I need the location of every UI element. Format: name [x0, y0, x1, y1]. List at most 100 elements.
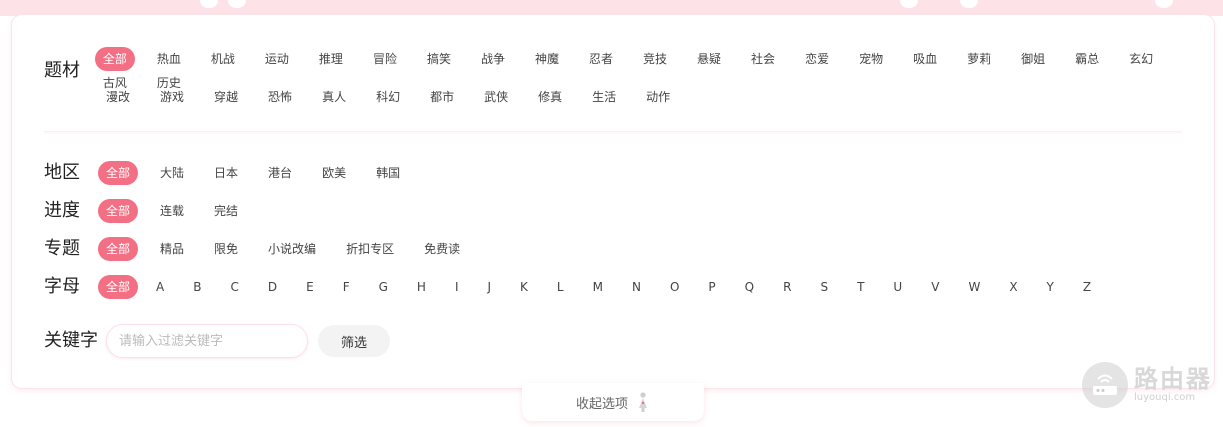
- filter-label-letter: 字母: [44, 276, 80, 297]
- filter-label-progress: 进度: [44, 200, 80, 221]
- letter-tag[interactable]: G: [375, 275, 392, 299]
- letter-tag[interactable]: H: [413, 275, 430, 299]
- region-tags: 全部 大陆 日本 港台 欧美 韩国: [98, 161, 422, 185]
- letter-tag[interactable]: W: [964, 275, 984, 299]
- letter-tag[interactable]: M: [589, 275, 607, 299]
- theme-tag[interactable]: 穿越: [206, 85, 246, 109]
- region-tag[interactable]: 欧美: [314, 161, 354, 185]
- region-tag[interactable]: 大陆: [152, 161, 192, 185]
- theme-tag[interactable]: 热血: [149, 47, 189, 71]
- theme-tag[interactable]: 萝莉: [959, 47, 999, 71]
- progress-tag[interactable]: 完结: [206, 199, 246, 223]
- collapse-options-button[interactable]: 收起选项: [522, 383, 704, 421]
- filter-row-topic: 专题 全部 精品 限免 小说改编 折扣专区 免费读: [44, 237, 482, 261]
- letter-tag[interactable]: U: [889, 275, 906, 299]
- strip-notch: [228, 0, 246, 8]
- letter-tag[interactable]: E: [302, 275, 318, 299]
- letter-tags: 全部 A B C D E F G H I J K L M N O P Q R S T U V W X Y Z: [98, 275, 1116, 299]
- filter-label-theme: 题材: [44, 60, 80, 81]
- letter-tag[interactable]: O: [666, 275, 683, 299]
- letter-tag[interactable]: S: [816, 275, 832, 299]
- topic-tags: 全部 精品 限免 小说改编 折扣专区 免费读: [98, 237, 482, 261]
- letter-tag[interactable]: X: [1005, 275, 1021, 299]
- region-tag[interactable]: 日本: [206, 161, 246, 185]
- region-tag[interactable]: 港台: [260, 161, 300, 185]
- letter-tag[interactable]: J: [484, 275, 496, 299]
- letter-tag[interactable]: K: [516, 275, 532, 299]
- theme-tag[interactable]: 冒险: [365, 47, 405, 71]
- theme-tag[interactable]: 全部: [94, 47, 135, 71]
- theme-tag[interactable]: 搞笑: [419, 47, 459, 71]
- letter-tag[interactable]: I: [451, 275, 463, 299]
- theme-tag[interactable]: 武侠: [476, 85, 516, 109]
- strip-notch: [960, 0, 978, 8]
- letter-tag[interactable]: Y: [1043, 275, 1058, 299]
- letter-tag[interactable]: V: [927, 275, 943, 299]
- theme-tag[interactable]: 战争: [473, 47, 513, 71]
- theme-tag[interactable]: 游戏: [152, 85, 192, 109]
- topic-tag[interactable]: 全部: [98, 237, 139, 261]
- filter-panel: 题材 全部 热血 机战 运动 推理 冒险 搞笑 战争 神魔 忍者 竞技 悬疑 社会 恋爱 宠物 吸血 萝莉 御姐霸…: [12, 15, 1214, 388]
- progress-tag[interactable]: 全部: [98, 199, 139, 223]
- theme-tags-row2: 漫改 游戏 穿越 恐怖 真人 科幻 都市 武侠 修真 生活 动作: [98, 85, 692, 109]
- topic-tag[interactable]: 免费读: [416, 237, 468, 261]
- keyword-input[interactable]: [106, 324, 308, 358]
- topic-tag[interactable]: 小说改编: [260, 237, 324, 261]
- top-decoration-strip: [0, 0, 1223, 16]
- theme-tag[interactable]: 生活: [584, 85, 624, 109]
- letter-tag[interactable]: A: [152, 275, 168, 299]
- letter-tag[interactable]: C: [226, 275, 242, 299]
- theme-tag[interactable]: 恋爱: [797, 47, 837, 71]
- theme-tag[interactable]: 恐怖: [260, 85, 300, 109]
- strip-notch: [1155, 0, 1173, 8]
- section-divider: [44, 131, 1182, 135]
- letter-tag[interactable]: F: [339, 275, 354, 299]
- theme-tag[interactable]: 机战: [203, 47, 243, 71]
- letter-tag[interactable]: B: [189, 275, 205, 299]
- theme-tag[interactable]: 忍者: [581, 47, 621, 71]
- filter-label-topic: 专题: [44, 238, 80, 259]
- topic-tag[interactable]: 精品: [152, 237, 192, 261]
- letter-tag[interactable]: 全部: [98, 275, 139, 299]
- theme-tag[interactable]: 都市: [422, 85, 462, 109]
- progress-tag[interactable]: 连载: [152, 199, 192, 223]
- topic-tag[interactable]: 限免: [206, 237, 246, 261]
- theme-tag[interactable]: 吸血: [905, 47, 945, 71]
- letter-tag[interactable]: P: [704, 275, 719, 299]
- letter-tag[interactable]: Z: [1079, 275, 1095, 299]
- theme-tag[interactable]: 神魔: [527, 47, 567, 71]
- watermark-en: luyouqi.com: [1134, 392, 1196, 403]
- region-tag[interactable]: 全部: [98, 161, 139, 185]
- letter-tag[interactable]: T: [853, 275, 868, 299]
- letter-tag[interactable]: L: [553, 275, 568, 299]
- filter-row-region: 地区 全部 大陆 日本 港台 欧美 韩国: [44, 161, 422, 185]
- letter-tag[interactable]: D: [264, 275, 281, 299]
- letter-tag[interactable]: Q: [741, 275, 758, 299]
- theme-tag[interactable]: 推理: [311, 47, 351, 71]
- theme-tag[interactable]: 漫改: [98, 85, 138, 109]
- site-watermark: 路由器 luyouqi.com: [1082, 362, 1212, 408]
- strip-notch: [200, 0, 218, 8]
- theme-tag[interactable]: 科幻: [368, 85, 408, 109]
- keyword-label: 关键字: [44, 330, 98, 351]
- filter-label-region: 地区: [44, 162, 80, 183]
- theme-tag[interactable]: 玄幻: [1121, 47, 1161, 71]
- letter-tag[interactable]: N: [628, 275, 645, 299]
- theme-tag[interactable]: 修真: [530, 85, 570, 109]
- theme-tag[interactable]: 御姐: [1013, 47, 1053, 71]
- theme-tag[interactable]: 社会: [743, 47, 783, 71]
- theme-tag[interactable]: 竞技: [635, 47, 675, 71]
- letter-tag[interactable]: R: [779, 275, 795, 299]
- watermark-cn: 路由器: [1134, 365, 1212, 393]
- theme-tag[interactable]: 霸总: [1067, 47, 1107, 71]
- collapse-label: 收起选项: [575, 396, 628, 412]
- theme-tag[interactable]: 运动: [257, 47, 297, 71]
- region-tag[interactable]: 韩国: [368, 161, 408, 185]
- theme-tag[interactable]: 悬疑: [689, 47, 729, 71]
- topic-tag[interactable]: 折扣专区: [338, 237, 402, 261]
- filter-button[interactable]: 筛选: [318, 325, 390, 357]
- strip-notch: [900, 0, 918, 8]
- theme-tag[interactable]: 动作: [638, 85, 678, 109]
- theme-tag[interactable]: 真人: [314, 85, 354, 109]
- theme-tag[interactable]: 宠物: [851, 47, 891, 71]
